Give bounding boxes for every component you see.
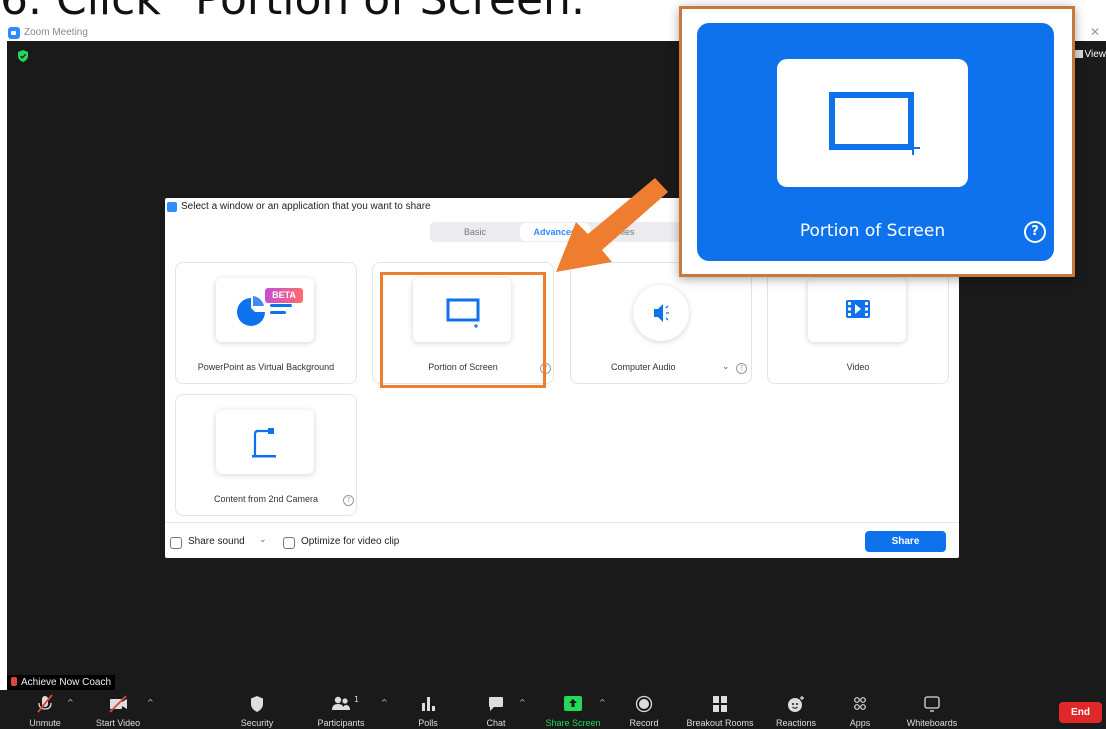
share-sound-checkbox[interactable]: [170, 537, 182, 549]
dialog-divider: [165, 522, 959, 523]
participants-label: Participants: [317, 718, 365, 728]
chat-button[interactable]: Chat: [478, 690, 514, 729]
participants-icon: [332, 696, 350, 710]
reactions-button[interactable]: Reactions: [770, 690, 822, 729]
tab-basic[interactable]: Basic: [430, 222, 520, 242]
breakout-rooms-button[interactable]: Breakout Rooms: [680, 690, 760, 729]
apps-icon: [854, 697, 866, 710]
participant-count: 1: [354, 695, 360, 704]
whiteboards-label: Whiteboards: [906, 718, 958, 728]
security-button[interactable]: Security: [232, 690, 282, 729]
speaker-icon: [633, 285, 689, 341]
option-label: Content from 2nd Camera: [213, 494, 319, 504]
mic-muted-icon: [37, 694, 53, 713]
breakout-rooms-icon: [713, 696, 727, 712]
security-label: Security: [240, 718, 274, 728]
document-camera-icon: [216, 410, 314, 474]
help-icon[interactable]: ?: [736, 363, 747, 374]
reactions-label: Reactions: [775, 718, 817, 728]
zoom-logo-icon: [167, 201, 177, 212]
close-icon[interactable]: ✕: [1090, 25, 1100, 39]
end-meeting-button[interactable]: End: [1059, 702, 1102, 723]
video-film-icon: [808, 278, 906, 342]
dialog-title: Select a window or an application that y…: [167, 201, 431, 212]
pointer-arrow: [556, 178, 668, 272]
share-button[interactable]: Share: [865, 531, 946, 552]
participant-name: Achieve Now Coach: [21, 677, 112, 688]
window-title: Zoom Meeting: [24, 27, 88, 38]
share-sound-label: Share sound: [188, 536, 245, 547]
help-icon: ?: [1024, 221, 1046, 243]
option-powerpoint-background[interactable]: BETA PowerPoint as Virtual Background: [175, 262, 357, 384]
callout-label: Portion of Screen: [799, 221, 946, 241]
participant-name-tag: Achieve Now Coach: [7, 675, 116, 690]
chevron-down-icon[interactable]: ⌄: [259, 535, 267, 545]
view-button[interactable]: View: [1074, 49, 1106, 60]
option-label: Video: [846, 362, 870, 372]
chevron-up-icon[interactable]: ^: [67, 698, 74, 707]
grid-view-icon: [1074, 50, 1083, 58]
optimize-video-label: Optimize for video clip: [301, 536, 400, 547]
mic-muted-icon: [11, 677, 17, 686]
breakout-rooms-label: Breakout Rooms: [686, 718, 754, 728]
video-off-icon: [109, 695, 127, 713]
callout-portion-of-screen: Portion of Screen ?: [697, 23, 1054, 261]
chat-label: Chat: [486, 718, 506, 728]
record-label: Record: [629, 718, 659, 728]
dialog-title-text: Select a window or an application that y…: [181, 201, 431, 212]
option-second-camera[interactable]: Content from 2nd Camera ?: [175, 394, 357, 516]
start-video-label: Start Video: [95, 718, 141, 728]
encryption-shield-icon: [18, 50, 28, 62]
unmute-button[interactable]: Unmute: [20, 690, 70, 729]
record-icon: [635, 695, 653, 713]
apps-button[interactable]: Apps: [842, 690, 878, 729]
start-video-button[interactable]: Start Video: [88, 690, 148, 729]
apps-label: Apps: [849, 718, 871, 728]
share-screen-button[interactable]: Share Screen: [540, 690, 606, 729]
chat-icon: [489, 697, 503, 711]
polls-label: Polls: [418, 718, 438, 728]
share-screen-label: Share Screen: [545, 718, 601, 728]
zoom-logo-icon: [8, 27, 20, 39]
shield-icon: [251, 696, 263, 712]
beta-badge: BETA: [265, 288, 303, 303]
meeting-toolbar: Unmute ^ Start Video ^ Security 1 Partic…: [0, 690, 1106, 729]
chevron-up-icon[interactable]: ^: [381, 698, 388, 707]
optimize-video-checkbox[interactable]: [283, 537, 295, 549]
help-icon[interactable]: ?: [343, 495, 354, 506]
option-label: PowerPoint as Virtual Background: [197, 362, 335, 372]
share-screen-icon: [564, 696, 582, 711]
record-button[interactable]: Record: [624, 690, 664, 729]
highlight-box: [380, 272, 546, 388]
polls-button[interactable]: Polls: [410, 690, 446, 729]
whiteboard-icon: [924, 696, 940, 712]
participants-button[interactable]: 1 Participants: [310, 690, 372, 729]
whiteboards-button[interactable]: Whiteboards: [896, 690, 968, 729]
option-label: Computer Audio: [611, 362, 676, 372]
portion-of-screen-icon: [777, 59, 968, 187]
chevron-up-icon[interactable]: ^: [519, 698, 526, 707]
option-video[interactable]: Video: [767, 262, 949, 384]
view-label: View: [1084, 49, 1106, 60]
zoom-callout: Portion of Screen ?: [679, 6, 1075, 277]
chevron-up-icon[interactable]: ^: [147, 698, 154, 707]
chevron-down-icon[interactable]: ⌄: [722, 362, 730, 372]
chevron-up-icon[interactable]: ^: [599, 698, 606, 707]
reactions-icon: [788, 696, 804, 712]
unmute-label: Unmute: [29, 718, 61, 728]
polls-icon: [422, 697, 435, 711]
